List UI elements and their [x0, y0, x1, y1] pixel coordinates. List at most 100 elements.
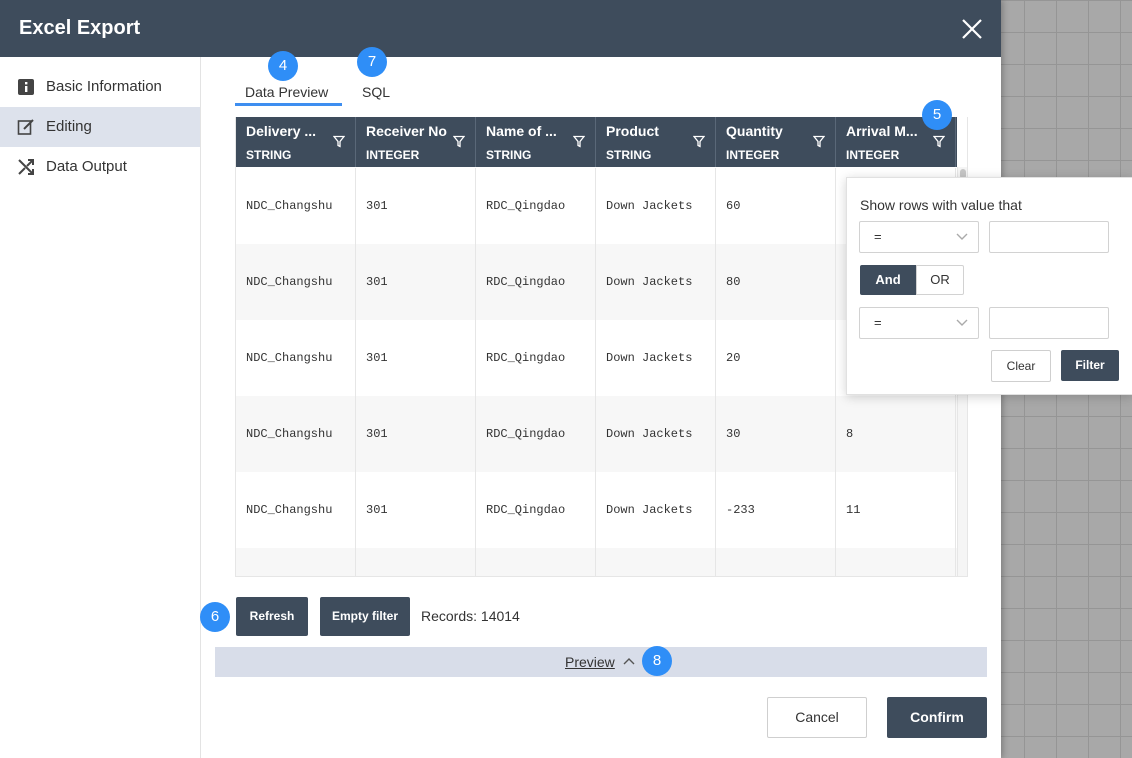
- step-badge-refresh: 6: [200, 602, 230, 632]
- table-cell: 11: [836, 472, 956, 548]
- column-type: INTEGER: [846, 148, 900, 162]
- sidebar-item-label: Basic Information: [46, 78, 162, 95]
- column-name: Name of ...: [486, 123, 557, 139]
- table-cell: NDC_Changshu: [236, 320, 356, 396]
- filter-icon[interactable]: [933, 135, 945, 148]
- table-row: NDC_Changshu 301 RDC_Qingdao Down Jacket…: [236, 396, 957, 473]
- column-type: INTEGER: [366, 148, 420, 162]
- column-name: Delivery ...: [246, 123, 317, 139]
- filter-icon[interactable]: [693, 135, 705, 148]
- column-type: STRING: [246, 148, 292, 162]
- table-cell: 301: [356, 168, 476, 244]
- column-name: Receiver No: [366, 123, 447, 139]
- table-cell: RDC_Qingdao: [476, 472, 596, 548]
- table-cell: Down Jackets: [596, 244, 716, 320]
- table-cell: 301: [356, 320, 476, 396]
- chevron-up-icon[interactable]: [623, 656, 635, 666]
- table-cell: 301: [356, 472, 476, 548]
- sidebar-item-data-output[interactable]: Data Output: [0, 147, 200, 187]
- table-cell: NDC_Changshu: [236, 168, 356, 244]
- column-header: Name of ... STRING: [476, 117, 596, 167]
- dialog-header: Excel Export: [0, 0, 1001, 57]
- records-count: Records: 14014: [421, 608, 520, 624]
- column-header: Delivery ... STRING: [236, 117, 356, 167]
- sidebar: Basic Information Editing Data Output: [0, 57, 201, 758]
- table-cell: [356, 548, 476, 576]
- column-name: Arrival M...: [846, 123, 918, 139]
- refresh-button[interactable]: Refresh: [236, 597, 308, 636]
- filter-value-input-2[interactable]: [989, 307, 1109, 339]
- filter-value-input-1[interactable]: [989, 221, 1109, 253]
- dialog-title: Excel Export: [19, 17, 141, 39]
- table-cell: [476, 548, 596, 576]
- step-badge-sql: 7: [357, 47, 387, 77]
- tab-data-preview[interactable]: Data Preview: [245, 84, 328, 100]
- info-icon: [18, 79, 34, 95]
- table-cell: NDC_Changshu: [236, 244, 356, 320]
- column-header: Quantity INTEGER: [716, 117, 836, 167]
- step-badge-data-preview: 4: [268, 51, 298, 81]
- operator-value: =: [874, 315, 882, 330]
- table-cell: [596, 548, 716, 576]
- preview-toggle-bar[interactable]: Preview: [215, 647, 987, 677]
- table-cell: 80: [716, 244, 836, 320]
- table-cell: NDC_Changshu: [236, 472, 356, 548]
- filter-icon[interactable]: [333, 135, 345, 148]
- confirm-button[interactable]: Confirm: [887, 697, 987, 738]
- filter-icon[interactable]: [453, 135, 465, 148]
- tab-sql[interactable]: SQL: [362, 84, 390, 100]
- table-header: Delivery ... STRING Receiver No INTEGER …: [236, 117, 957, 167]
- chevron-down-icon: [956, 319, 968, 326]
- table-cell: [236, 548, 356, 576]
- column-type: STRING: [606, 148, 652, 162]
- table-cell: RDC_Qingdao: [476, 320, 596, 396]
- operator-select-2[interactable]: =: [859, 307, 979, 339]
- table-cell: -233: [716, 472, 836, 548]
- close-icon[interactable]: [959, 16, 985, 42]
- logic-or-button[interactable]: OR: [916, 265, 964, 295]
- column-type: STRING: [486, 148, 532, 162]
- operator-value: =: [874, 229, 882, 244]
- apply-filter-button[interactable]: Filter: [1061, 350, 1119, 381]
- step-badge-filter: 5: [922, 100, 952, 130]
- filter-icon[interactable]: [813, 135, 825, 148]
- step-badge-preview: 8: [642, 646, 672, 676]
- operator-select-1[interactable]: =: [859, 221, 979, 253]
- active-tab-indicator: [235, 103, 342, 106]
- edit-icon: [17, 119, 34, 135]
- cancel-button[interactable]: Cancel: [767, 697, 867, 738]
- column-name: Quantity: [726, 123, 783, 139]
- table-cell: [716, 548, 836, 576]
- column-header: Receiver No INTEGER: [356, 117, 476, 167]
- excel-export-dialog: Excel Export Basic Information Editing D…: [0, 0, 1132, 758]
- table-row: [236, 548, 957, 576]
- table-cell: 60: [716, 168, 836, 244]
- table-cell: 20: [716, 320, 836, 396]
- table-cell: 30: [716, 396, 836, 472]
- table-cell: Down Jackets: [596, 168, 716, 244]
- sidebar-item-label: Data Output: [46, 158, 127, 175]
- table-cell: Down Jackets: [596, 472, 716, 548]
- table-cell: RDC_Qingdao: [476, 244, 596, 320]
- logic-and-button[interactable]: And: [860, 265, 916, 295]
- table-cell: RDC_Qingdao: [476, 396, 596, 472]
- sidebar-item-editing[interactable]: Editing: [0, 107, 200, 147]
- preview-link[interactable]: Preview: [565, 654, 615, 670]
- filter-icon[interactable]: [573, 135, 585, 148]
- table-cell: 301: [356, 396, 476, 472]
- sidebar-item-label: Editing: [46, 118, 92, 135]
- empty-filter-button[interactable]: Empty filter: [320, 597, 410, 636]
- shuffle-icon: [18, 159, 34, 175]
- table-cell: 301: [356, 244, 476, 320]
- chevron-down-icon: [956, 233, 968, 240]
- table-cell: [836, 548, 956, 576]
- filter-popup-title: Show rows with value that: [860, 197, 1022, 213]
- table-cell: 8: [836, 396, 956, 472]
- clear-filter-button[interactable]: Clear: [991, 350, 1051, 382]
- table-row: NDC_Changshu 301 RDC_Qingdao Down Jacket…: [236, 472, 957, 549]
- sidebar-item-basic-information[interactable]: Basic Information: [0, 67, 200, 107]
- table-cell: RDC_Qingdao: [476, 168, 596, 244]
- column-filter-popup: Show rows with value that = And OR = Cle…: [846, 177, 1132, 395]
- table-cell: Down Jackets: [596, 320, 716, 396]
- table-cell: Down Jackets: [596, 396, 716, 472]
